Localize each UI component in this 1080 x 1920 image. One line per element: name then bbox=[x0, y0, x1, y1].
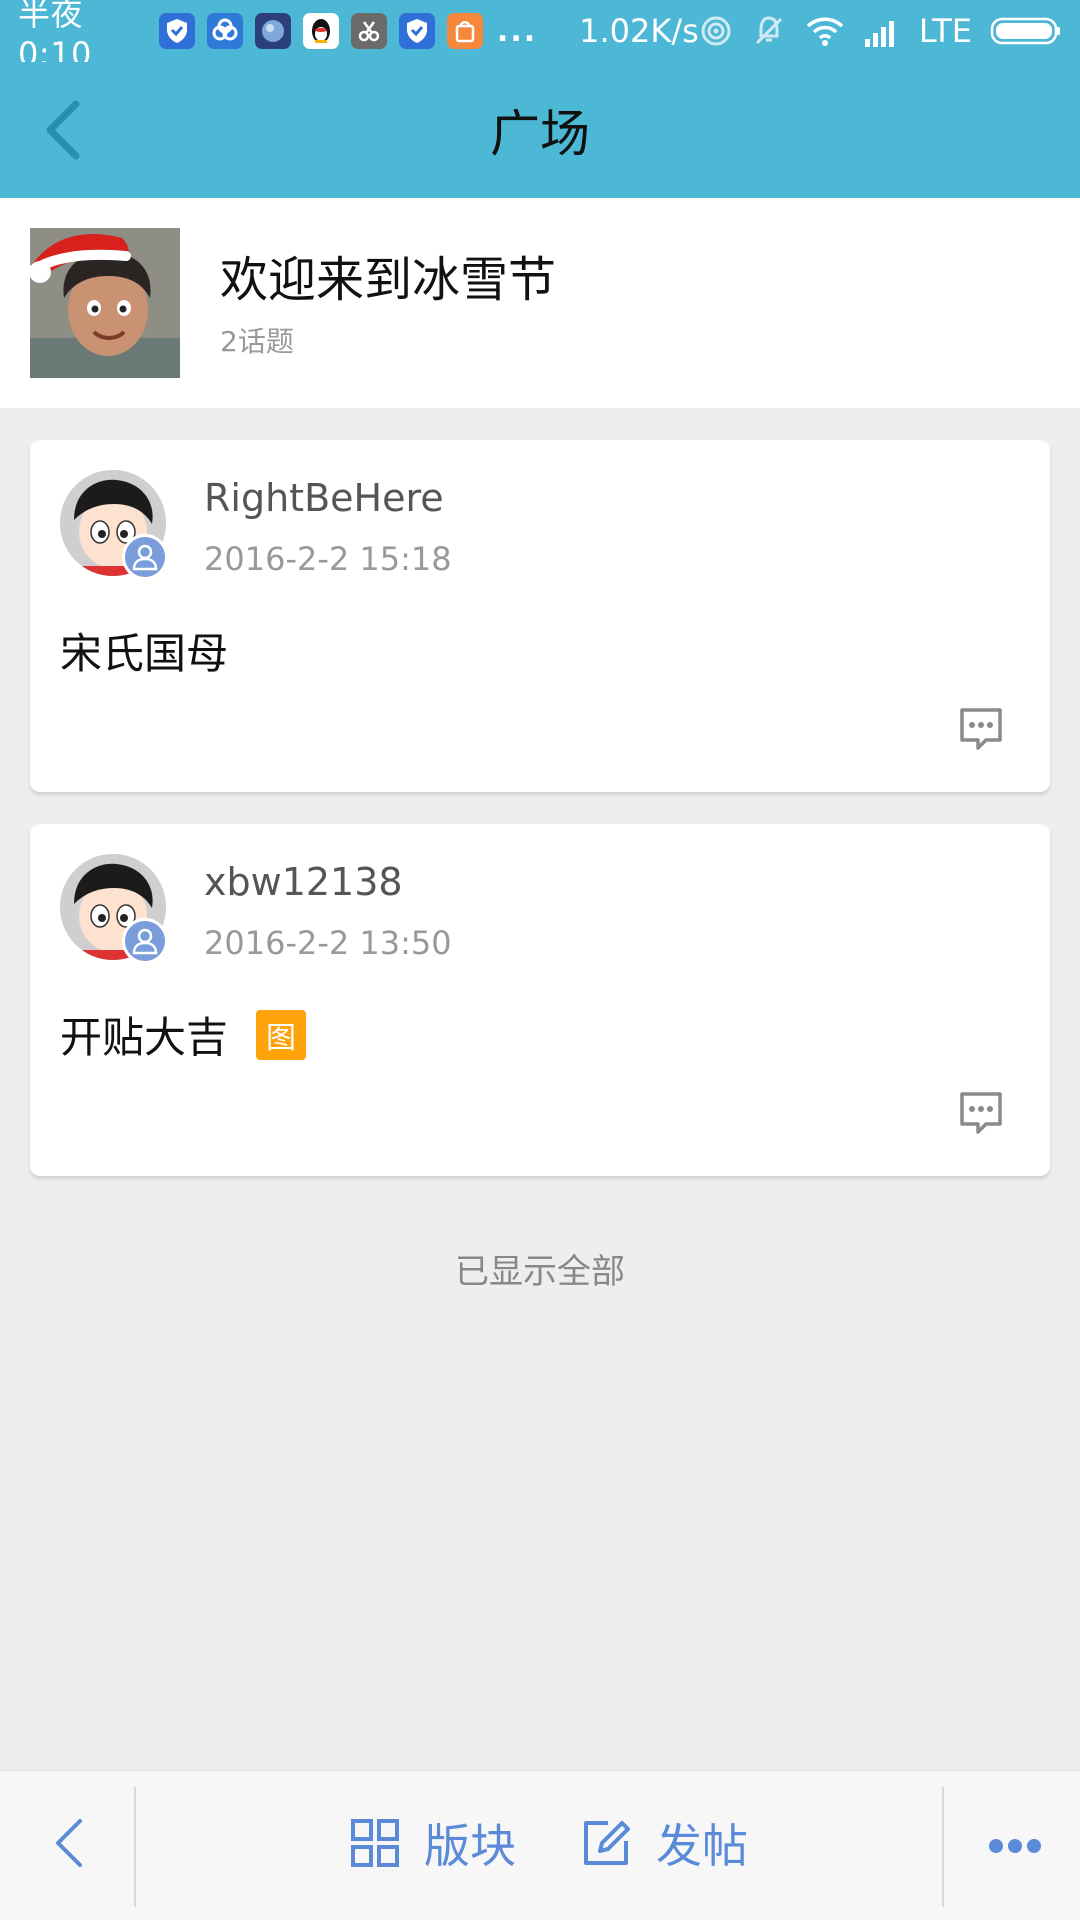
post-title: 宋氏国母 bbox=[60, 620, 228, 681]
status-bar: 半夜0:10 ... 1.02K/s LTE bbox=[0, 0, 1080, 73]
new-post-button[interactable]: 发帖 bbox=[580, 1805, 748, 1881]
post-title: 开贴大吉 图 bbox=[60, 1004, 307, 1065]
mute-bell-icon bbox=[755, 16, 782, 45]
page-title: 广场 bbox=[490, 105, 590, 163]
qq-penguin-icon bbox=[302, 13, 339, 49]
comment-button[interactable] bbox=[956, 704, 1006, 754]
grid-icon bbox=[351, 1819, 399, 1867]
new-post-label: 发帖 bbox=[656, 1819, 748, 1873]
forum-topic-count: 2话题 bbox=[220, 325, 294, 358]
comment-icon bbox=[960, 708, 1002, 750]
post-timestamp: 2016-2-2 15:18 bbox=[204, 540, 452, 578]
toolbar-divider bbox=[134, 1787, 136, 1907]
bottom-toolbar: 版块 发帖 bbox=[0, 1770, 1080, 1920]
shield-app-icon-2 bbox=[398, 13, 435, 49]
comment-icon bbox=[960, 1092, 1002, 1134]
shield-app-icon bbox=[158, 13, 195, 49]
avatar[interactable] bbox=[60, 470, 168, 580]
signal-icon bbox=[864, 21, 894, 47]
forum-avatar bbox=[30, 228, 180, 378]
toolbar-back-button[interactable] bbox=[28, 1803, 108, 1883]
comment-button[interactable] bbox=[956, 1088, 1006, 1138]
post-title-text: 宋氏国母 bbox=[60, 629, 229, 678]
battery-icon bbox=[990, 17, 1060, 45]
end-of-list-message: 已显示全部 bbox=[455, 1252, 625, 1292]
image-tag-badge: 图 bbox=[256, 1009, 307, 1060]
more-dots-icon bbox=[989, 1839, 1041, 1853]
user-badge-icon bbox=[122, 534, 168, 580]
status-right-icons: LTE bbox=[699, 12, 1062, 50]
post-title-text: 开贴大吉 bbox=[60, 1013, 229, 1062]
post-timestamp: 2016-2-2 13:50 bbox=[204, 924, 452, 962]
post-card[interactable]: xbw12138 2016-2-2 13:50 开贴大吉 图 bbox=[30, 824, 1050, 1176]
more-options-button[interactable] bbox=[980, 1811, 1050, 1881]
post-username[interactable]: xbw12138 bbox=[204, 860, 403, 904]
scissors-app-icon bbox=[350, 13, 387, 49]
cloud-app-icon bbox=[206, 13, 243, 49]
hotspot-icon bbox=[701, 16, 731, 46]
boards-button[interactable]: 版块 bbox=[350, 1805, 516, 1881]
notification-icons bbox=[158, 13, 483, 49]
network-speed: 1.02K/s bbox=[579, 12, 699, 50]
forum-header[interactable]: 欢迎来到冰雪节 2话题 bbox=[0, 198, 1080, 408]
avatar[interactable] bbox=[60, 854, 168, 964]
boards-label: 版块 bbox=[424, 1819, 516, 1873]
globe-app-icon bbox=[254, 13, 291, 49]
wifi-icon bbox=[806, 17, 843, 46]
toolbar-divider bbox=[942, 1787, 944, 1907]
shopping-bag-icon bbox=[446, 13, 483, 49]
edit-icon bbox=[584, 1821, 630, 1865]
post-card[interactable]: RightBeHere 2016-2-2 15:18 宋氏国母 bbox=[30, 440, 1050, 792]
post-username[interactable]: RightBeHere bbox=[204, 476, 444, 520]
forum-name: 欢迎来到冰雪节 bbox=[220, 252, 557, 308]
status-overflow: ... bbox=[496, 13, 538, 49]
network-type: LTE bbox=[918, 12, 972, 50]
app-bar: 广场 bbox=[0, 62, 1080, 198]
user-badge-icon bbox=[122, 918, 168, 964]
chevron-left-icon bbox=[56, 1819, 82, 1867]
